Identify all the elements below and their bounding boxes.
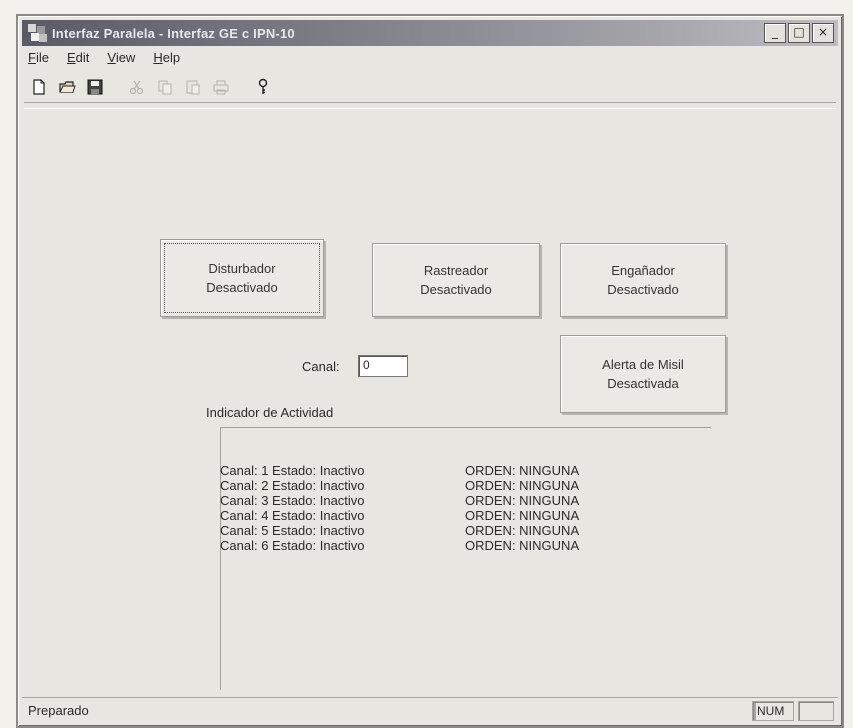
- rastreador-label: Rastreador: [423, 263, 489, 278]
- rastreador-state: Desactivado: [420, 282, 492, 297]
- canal-estado: Canal: 5 Estado: Inactivo: [220, 523, 365, 538]
- status-text: Preparado: [28, 702, 89, 718]
- canal-estado: Canal: 3 Estado: Inactivo: [220, 493, 365, 508]
- canal-estado: Canal: 6 Estado: Inactivo: [220, 538, 365, 553]
- toolbar: [24, 72, 836, 103]
- alerta-state: Desactivada: [607, 376, 679, 391]
- client-area: Disturbador Desactivado Rastreador Desac…: [24, 108, 836, 692]
- canal-orden: ORDEN: NINGUNA: [465, 463, 580, 478]
- canal-orden: ORDEN: NINGUNA: [465, 538, 580, 553]
- open-icon[interactable]: [56, 76, 78, 98]
- enganador-button[interactable]: Engañador Desactivado: [560, 243, 726, 317]
- rastreador-button[interactable]: Rastreador Desactivado: [372, 243, 540, 317]
- menu-help[interactable]: Help: [151, 50, 182, 70]
- canal-orden: ORDEN: NINGUNA: [465, 523, 580, 538]
- alerta-misil-button[interactable]: Alerta de Misil Desactivada: [560, 335, 726, 413]
- list-item: Canal: 6 Estado: Inactivo ORDEN: NINGUNA: [220, 538, 579, 553]
- list-item: Canal: 5 Estado: Inactivo ORDEN: NINGUNA: [220, 523, 579, 538]
- app-window: Interfaz Paralela - Interfaz GE c IPN-10…: [16, 14, 844, 728]
- canal-estado: Canal: 4 Estado: Inactivo: [220, 508, 365, 523]
- paste-icon[interactable]: [182, 76, 204, 98]
- disturbador-button[interactable]: Disturbador Desactivado: [160, 239, 324, 317]
- canal-estado: Canal: 2 Estado: Inactivo: [220, 478, 365, 493]
- menu-file[interactable]: File: [26, 50, 51, 70]
- actividad-title: Indicador de Actividad: [206, 405, 334, 420]
- enganador-label: Engañador: [611, 263, 675, 278]
- enganador-state: Desactivado: [607, 282, 679, 297]
- menu-bar: File Edit View Help: [26, 50, 182, 70]
- minimize-button[interactable]: _: [764, 23, 786, 43]
- copy-icon[interactable]: [154, 76, 176, 98]
- alerta-label: Alerta de Misil: [602, 357, 684, 372]
- save-icon[interactable]: [84, 76, 106, 98]
- close-button[interactable]: ×: [812, 23, 834, 43]
- menu-edit[interactable]: Edit: [65, 50, 91, 70]
- cut-icon[interactable]: [126, 76, 148, 98]
- list-item: Canal: 4 Estado: Inactivo ORDEN: NINGUNA: [220, 508, 579, 523]
- help-icon[interactable]: [252, 76, 274, 98]
- canal-orden: ORDEN: NINGUNA: [465, 493, 580, 508]
- list-item: Canal: 2 Estado: Inactivo ORDEN: NINGUNA: [220, 478, 579, 493]
- print-icon[interactable]: [210, 76, 232, 98]
- maximize-button[interactable]: □: [788, 23, 810, 43]
- menu-view[interactable]: View: [105, 50, 137, 70]
- new-icon[interactable]: [28, 76, 50, 98]
- list-item: Canal: 3 Estado: Inactivo ORDEN: NINGUNA: [220, 493, 579, 508]
- canal-input[interactable]: 0: [358, 355, 408, 377]
- disturbador-state: Desactivado: [206, 280, 278, 295]
- canal-orden: ORDEN: NINGUNA: [465, 508, 580, 523]
- disturbador-label: Disturbador: [208, 261, 276, 276]
- actividad-list: Canal: 1 Estado: Inactivo ORDEN: NINGUNA…: [220, 463, 579, 553]
- list-item: Canal: 1 Estado: Inactivo ORDEN: NINGUNA: [220, 463, 579, 478]
- canal-label: Canal:: [302, 359, 340, 374]
- app-icon: [28, 24, 47, 42]
- window-title: Interfaz Paralela - Interfaz GE c IPN-10: [52, 25, 295, 41]
- status-num-indicator: NUM: [752, 701, 794, 721]
- title-bar[interactable]: Interfaz Paralela - Interfaz GE c IPN-10…: [22, 20, 838, 46]
- status-panel-blank: [798, 701, 834, 721]
- canal-orden: ORDEN: NINGUNA: [465, 478, 580, 493]
- canal-estado: Canal: 1 Estado: Inactivo: [220, 463, 365, 478]
- status-bar: Preparado NUM: [22, 697, 838, 722]
